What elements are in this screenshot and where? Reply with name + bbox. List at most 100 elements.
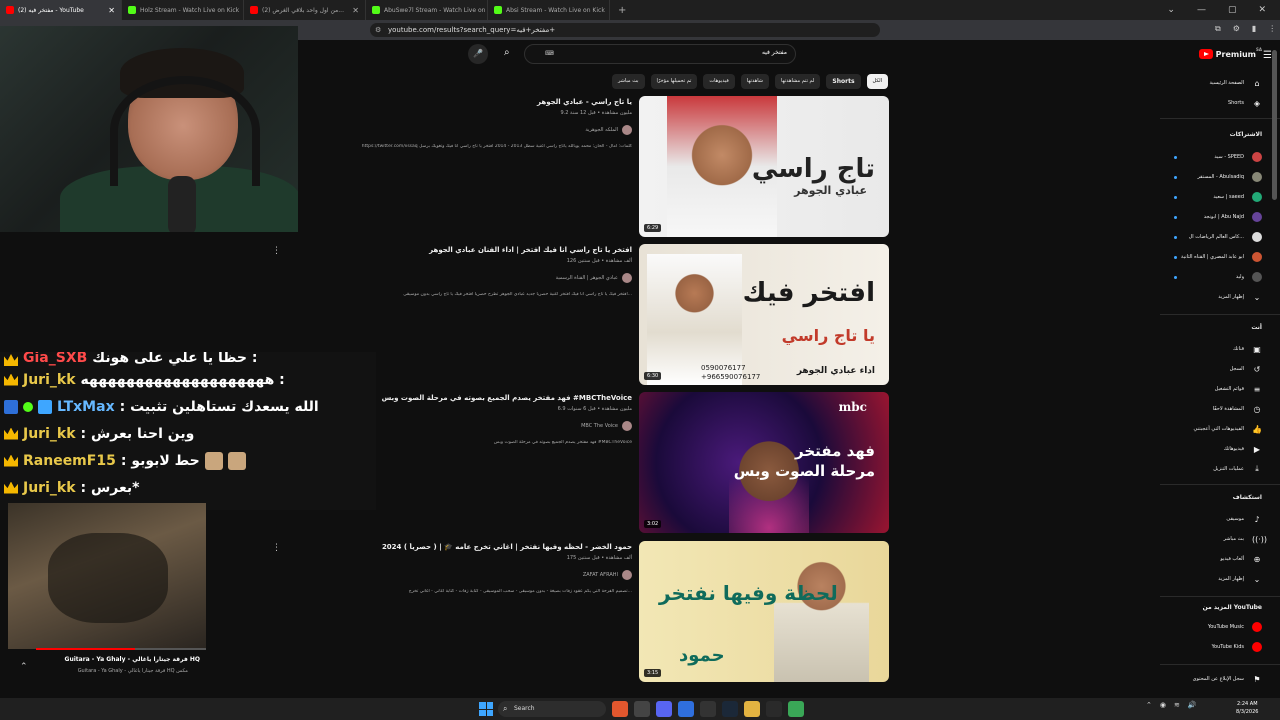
sidebar-item[interactable]: سجل الإبلاغ عن المحتوى ⚑ [1160, 670, 1280, 688]
video-thumbnail[interactable]: تاج راسي عبادي الجوهر 6:29 [639, 96, 889, 237]
more-actions-icon[interactable]: ⋮ [272, 246, 281, 256]
maximize-icon[interactable]: ▢ [1228, 5, 1237, 15]
sidebar-item[interactable]: السجل ↺ [1160, 360, 1280, 378]
chat-username[interactable]: Juri_kk [23, 372, 76, 388]
new-tab-button[interactable]: + [610, 5, 634, 16]
sidebar-item[interactable]: الصفحة الرئيسية ⌂ [1160, 74, 1280, 92]
wifi-icon[interactable]: ≋ [1174, 701, 1180, 709]
tray-chevron-icon[interactable]: ⌃ [1146, 701, 1152, 709]
settings-icon[interactable]: ⚙ [1233, 24, 1240, 34]
search-input[interactable]: ⌨ مفتخر فيه [524, 44, 796, 64]
url-field[interactable]: ⚙ youtube.com/results?search_query=مفتخر… [370, 23, 880, 37]
file-explorer-icon[interactable] [744, 701, 760, 717]
sidebar-item[interactable]: موسيقى ♪ [1160, 510, 1280, 528]
keyboard-icon[interactable]: ⌨ [545, 50, 554, 57]
sidebar-icon[interactable]: ▮ [1252, 24, 1256, 34]
sidebar-item[interactable]: كاس العالم الرياضات ال... [1160, 228, 1280, 246]
sidebar-item[interactable]: المستقر - Abulsadiq [1160, 168, 1280, 186]
sidebar-item[interactable]: إظهار المزيد ⌄ [1160, 570, 1280, 588]
more-actions-icon[interactable]: ⋮ [272, 543, 281, 553]
filter-chip[interactable]: لم تتم مشاهدتها [775, 74, 821, 89]
video-channel[interactable]: MBC The Voice [332, 421, 632, 431]
minimize-icon[interactable]: — [1197, 5, 1206, 15]
sidebar-item[interactable]: ابونجد | Abu Najd [1160, 208, 1280, 226]
close-window-icon[interactable]: ✕ [1258, 5, 1266, 15]
volume-icon[interactable]: 🔊 [1188, 701, 1197, 709]
sidebar-section-title[interactable]: أنت [1251, 324, 1262, 331]
page-scrollbar[interactable] [1272, 50, 1277, 200]
sidebar-item[interactable]: إظهار المزيد ⌄ [1160, 288, 1280, 306]
brave-icon[interactable] [612, 701, 628, 717]
discord-icon[interactable] [656, 701, 672, 717]
chat-username[interactable]: RaneemF15 [23, 453, 116, 469]
sidebar-item[interactable]: بث مباشر ((·)) [1160, 530, 1280, 548]
tab-close-icon[interactable]: ✕ [352, 6, 359, 15]
browser-tab[interactable]: (2) مفتخر فيه - YouTube ✕ [0, 0, 122, 20]
video-channel[interactable]: ZAFAT AFRAHI [332, 570, 632, 580]
sidebar-section-title[interactable]: الاشتراكات [1230, 131, 1262, 138]
capcut-icon[interactable] [700, 701, 716, 717]
chat-username[interactable]: Gia_SXB [23, 352, 87, 366]
taskbar-clock[interactable]: 2:24 AM 8/3/2026 [1236, 700, 1258, 716]
chat-username[interactable]: LTxMax [57, 399, 115, 415]
filter-chip[interactable]: تم تحميلها مؤخرًا [650, 74, 698, 89]
search-button[interactable]: ⌕ [504, 47, 510, 58]
browser-tab[interactable]: (2) من اول واحد بلاقي الغرض... ✕ [244, 0, 366, 20]
browser-tab[interactable]: Absi Stream - Watch Live on Kick ✕ [488, 0, 610, 20]
chat-username[interactable]: Juri_kk [23, 426, 76, 442]
video-title[interactable]: افتخر يا تاج راسي انا فيك افتخر | اداء ا… [332, 246, 632, 254]
network-icon[interactable]: ◉ [1160, 701, 1166, 709]
video-thumbnail[interactable]: لحظة وفيها نفتخر حمود 3:15 [639, 541, 889, 682]
edge-icon[interactable] [678, 701, 694, 717]
video-title[interactable]: فهد مفتخر يصدم الجميع بصوته في مرحلة الص… [332, 394, 632, 402]
filter-chip[interactable]: شاهدتها [740, 74, 769, 89]
steam-icon[interactable] [722, 701, 738, 717]
mini-player-progress[interactable] [36, 648, 206, 650]
video-title[interactable]: حمود الخضر - لحظه وفيها نفتخر | اغاني تخ… [332, 543, 632, 551]
mini-player-video[interactable] [8, 503, 206, 649]
sidebar-item[interactable]: فيديوهاتك ▶ [1160, 440, 1280, 458]
sidebar-item[interactable]: قوائم التشغيل ≡ [1160, 380, 1280, 398]
video-result[interactable]: لحظة وفيها نفتخر حمود 3:15 حمود الخضر - … [272, 541, 890, 683]
extensions-icon[interactable]: ⧉ [1215, 24, 1221, 34]
sidebar-item[interactable]: ابو عابد المصري | القناه الثانية [1160, 248, 1280, 266]
site-info-icon[interactable]: ⚙ [375, 23, 381, 37]
sidebar-section-title[interactable]: استكشاف [1233, 494, 1262, 501]
sidebar-item[interactable]: سيد - SPEED [1160, 148, 1280, 166]
video-result[interactable]: تاج راسي عبادي الجوهر 6:29 يا تاج راسي -… [272, 96, 890, 238]
spreadsheet-icon[interactable] [788, 701, 804, 717]
menu-dots-icon[interactable]: ⋮ [1268, 24, 1276, 34]
sidebar-item[interactable]: الفيديوهات التي أعجبتني 👍 [1160, 420, 1280, 438]
video-channel[interactable]: الملكه الجوهرية [332, 125, 632, 135]
browser-tab[interactable]: AbuSwe7l Stream - Watch Live on Kick ✕ [366, 0, 488, 20]
sidebar-item[interactable]: وليد [1160, 268, 1280, 286]
sidebar-section-title[interactable]: المزيد من YouTube [1203, 604, 1262, 611]
obs-icon[interactable] [766, 701, 782, 717]
taskbar-search[interactable]: Search [498, 701, 606, 717]
expand-chevron-icon[interactable]: ⌃ [20, 662, 28, 672]
sidebar-item[interactable]: ألعاب فيديو ⊕ [1160, 550, 1280, 568]
sidebar-item[interactable]: سعيد | saeed [1160, 188, 1280, 206]
start-button[interactable] [479, 702, 493, 716]
browser-tab[interactable]: Holz Stream - Watch Live on Kick ✕ [122, 0, 244, 20]
video-thumbnail[interactable]: افتخر فيك يا تاج راسي اداء عبادي الجوهر … [639, 244, 889, 385]
sidebar-item[interactable]: YouTube Music [1160, 618, 1280, 636]
mini-player-title[interactable]: Guitara - Ya Ghaly - فرقة جيتارا ياغالي … [36, 656, 200, 663]
sidebar-item[interactable]: قناتك ▣ [1160, 340, 1280, 358]
filter-chip[interactable]: فيديوهات [703, 74, 735, 89]
sidebar-item[interactable]: YouTube Kids [1160, 638, 1280, 656]
hamburger-menu-icon[interactable]: ☰ [1263, 50, 1272, 61]
video-result[interactable]: mbc فهد مفتخر مرحلة الصوت وبس 3:02 فهد م… [272, 392, 890, 534]
video-thumbnail[interactable]: mbc فهد مفتخر مرحلة الصوت وبس 3:02 [639, 392, 889, 533]
filter-chip[interactable]: بث مباشر [611, 74, 645, 89]
sidebar-item[interactable]: المشاهدة لاحقًا ◷ [1160, 400, 1280, 418]
video-title[interactable]: يا تاج راسي - عبادي الجوهر [332, 98, 632, 106]
sidebar-item[interactable]: عمليات التنزيل ⤓ [1160, 460, 1280, 478]
voice-search-button[interactable]: 🎤 [468, 44, 488, 64]
filter-chip[interactable]: الكل [866, 74, 888, 89]
youtube-premium-logo[interactable]: Premium SA [1198, 47, 1262, 59]
tab-search-icon[interactable]: ⌄ [1167, 5, 1175, 15]
video-result[interactable]: افتخر فيك يا تاج راسي اداء عبادي الجوهر … [272, 244, 890, 386]
chat-username[interactable]: Juri_kk [23, 480, 76, 496]
filter-chip[interactable]: Shorts [826, 74, 861, 89]
